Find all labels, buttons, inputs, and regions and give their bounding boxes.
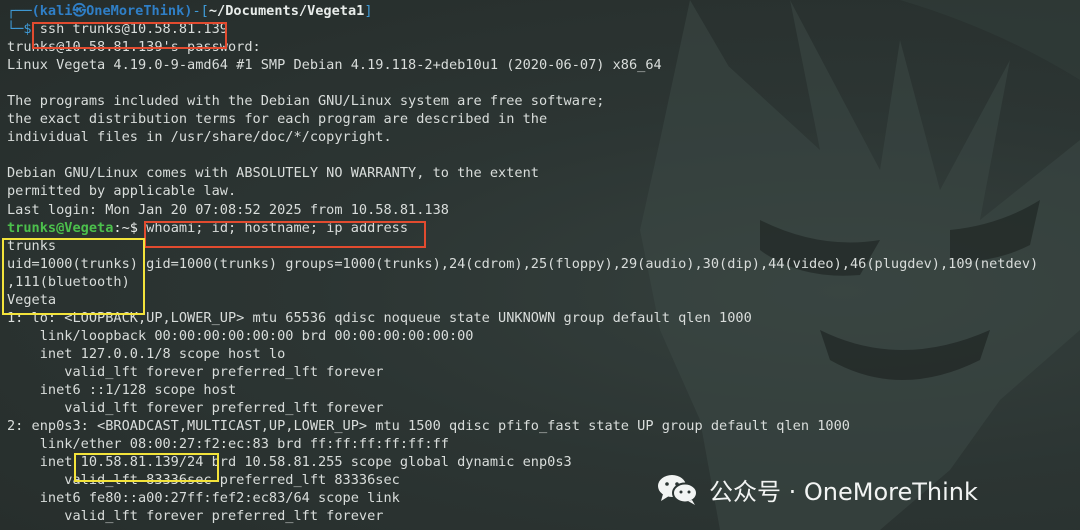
terminal-line: the exact distribution terms for each pr… <box>7 110 1080 128</box>
terminal-line: individual files in /usr/share/doc/*/cop… <box>7 128 1080 146</box>
output-text: valid_lft forever preferred_lft forever <box>7 508 384 525</box>
terminal-line: link/loopback 00:00:00:00:00:00 brd 00:0… <box>7 327 1080 345</box>
remote-directory: :~$ <box>113 219 147 236</box>
terminal-line: uid=1000(trunks) gid=1000(trunks) groups… <box>7 255 1080 273</box>
output-text: trunks@10.58.81.139's password: <box>7 39 261 56</box>
output-text: valid_lft forever preferred_lft forever <box>7 400 384 417</box>
prompt-directory: ~/Documents/Vegeta1 <box>208 3 365 19</box>
terminal-line: permitted by applicable law. <box>7 182 1080 200</box>
output-text: inet 127.0.0.1/8 scope host lo <box>7 345 286 362</box>
prompt-frame: ┌── <box>7 3 32 19</box>
output-text: the exact distribution terms for each pr… <box>7 111 548 128</box>
command-text: ssh trunks@10.58.81.139 <box>39 21 228 38</box>
terminal-output: ┌──(kali㉿OneMoreThink)-[~/Documents/Vege… <box>7 2 1080 525</box>
terminal-line: trunks <box>7 237 1080 255</box>
output-text: Vegeta <box>7 291 57 308</box>
prompt-bracket: ] <box>364 3 373 19</box>
command-text: whoami; id; hostname; ip address <box>146 219 409 236</box>
terminal-line: ,111(bluetooth) <box>7 273 1080 291</box>
output-text: ,111(bluetooth) <box>7 273 130 290</box>
output-text: individual files in /usr/share/doc/*/cop… <box>7 129 392 146</box>
terminal-line: link/ether 08:00:27:f2:ec:83 brd ff:ff:f… <box>7 435 1080 453</box>
output-text: valid_lft forever preferred_lft forever <box>7 363 384 380</box>
output-text: inet6 ::1/128 scope host <box>7 381 237 398</box>
terminal-line: 2: enp0s3: <BROADCAST,MULTICAST,UP,LOWER… <box>7 417 1080 435</box>
output-text: 2: enp0s3: <BROADCAST,MULTICAST,UP,LOWER… <box>7 418 850 435</box>
output-text: Debian GNU/Linux comes with ABSOLUTELY N… <box>7 165 539 182</box>
prompt-frame: └─ <box>7 21 24 38</box>
output-text: uid=1000(trunks) gid=1000(trunks) groups… <box>7 255 1039 272</box>
output-text: Linux Vegeta 4.19.0-9-amd64 #1 SMP Debia… <box>7 57 662 74</box>
terminal-line: inet 127.0.0.1/8 scope host lo <box>7 345 1080 363</box>
terminal-line: Last login: Mon Jan 20 07:08:52 2025 fro… <box>7 201 1080 219</box>
output-text: permitted by applicable law. <box>7 183 237 200</box>
terminal-line: inet 10.58.81.139/24 brd 10.58.81.255 sc… <box>7 453 1080 471</box>
terminal-line: trunks@10.58.81.139's password: <box>7 38 1080 56</box>
output-text: link/loopback 00:00:00:00:00:00 brd 00:0… <box>7 327 474 344</box>
output-text: The programs included with the Debian GN… <box>7 93 605 110</box>
output-text: 1: lo: <LOOPBACK,UP,LOWER_UP> mtu 65536 … <box>7 309 752 326</box>
remote-user-host: trunks@Vegeta <box>7 219 114 236</box>
terminal-window[interactable]: ┌──(kali㉿OneMoreThink)-[~/Documents/Vege… <box>0 0 1080 530</box>
terminal-line: Vegeta <box>7 291 1080 309</box>
terminal-line: └─$ ssh trunks@10.58.81.139 <box>7 20 1080 38</box>
terminal-line: trunks@Vegeta:~$ whoami; id; hostname; i… <box>7 219 1080 237</box>
prompt-symbol: $ <box>23 21 40 38</box>
output-text: inet 10.58.81.139/24 brd 10.58.81.255 sc… <box>7 454 572 471</box>
prompt-user-host: (kali㉿OneMoreThink) <box>31 3 193 19</box>
output-text: valid_lft 83336sec preferred_lft 83336se… <box>7 472 400 489</box>
output-text: link/ether 08:00:27:f2:ec:83 brd ff:ff:f… <box>7 436 449 453</box>
terminal-line: Linux Vegeta 4.19.0-9-amd64 #1 SMP Debia… <box>7 56 1080 74</box>
terminal-line: ┌──(kali㉿OneMoreThink)-[~/Documents/Vege… <box>7 2 1080 20</box>
terminal-line: inet6 ::1/128 scope host <box>7 381 1080 399</box>
terminal-line: valid_lft forever preferred_lft forever <box>7 507 1080 525</box>
terminal-line: valid_lft forever preferred_lft forever <box>7 363 1080 381</box>
watermark-text: 公众号 · OneMoreThink <box>709 477 978 506</box>
wechat-icon <box>658 475 698 505</box>
prompt-bracket: -[ <box>192 3 209 19</box>
terminal-line: Debian GNU/Linux comes with ABSOLUTELY N… <box>7 164 1080 182</box>
terminal-line: 1: lo: <LOOPBACK,UP,LOWER_UP> mtu 65536 … <box>7 309 1080 327</box>
watermark: 公众号 · OneMoreThink <box>655 470 978 508</box>
output-text: inet6 fe80::a00:27ff:fef2:ec83/64 scope … <box>7 490 400 507</box>
terminal-line: valid_lft forever preferred_lft forever <box>7 399 1080 417</box>
output-text: Last login: Mon Jan 20 07:08:52 2025 fro… <box>7 201 449 218</box>
terminal-line: The programs included with the Debian GN… <box>7 92 1080 110</box>
output-text: trunks <box>7 237 57 254</box>
